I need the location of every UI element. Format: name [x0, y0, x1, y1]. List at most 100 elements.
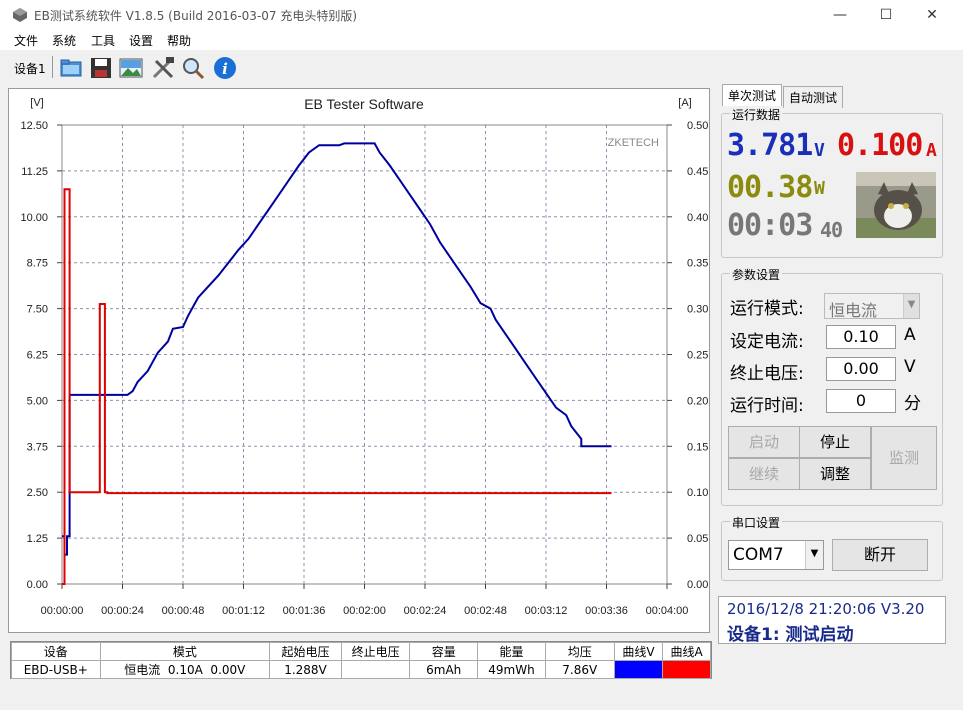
- y-left-tick-label: 8.75: [27, 258, 48, 270]
- table-row[interactable]: EBD-USB+ 恒电流 0.10A 0.00V 1.288V 6mAh 49m…: [11, 660, 711, 679]
- y-left-tick-label: 0.00: [27, 579, 48, 591]
- left-axis-ticks: 0.00 1.25 2.50 3.75 5.00 6.25 7.50 8.75 10.00 11.…: [20, 120, 62, 591]
- current-readout: 0.100: [837, 128, 923, 163]
- voltage-readout: 3.781: [727, 128, 813, 163]
- run-time-input[interactable]: 0: [826, 389, 896, 413]
- menu-tools[interactable]: 工具: [91, 32, 115, 49]
- maximize-button[interactable]: ☐: [863, 0, 909, 30]
- disconnect-button[interactable]: 断开: [832, 539, 928, 571]
- param-settings-label: 参数设置: [730, 266, 783, 283]
- menu-help[interactable]: 帮助: [167, 32, 191, 49]
- y-right-tick-label: 0.20: [687, 395, 708, 407]
- menu-file[interactable]: 文件: [14, 32, 38, 49]
- cell-capacity: 6mAh: [409, 660, 479, 679]
- time-seconds: 40: [820, 218, 843, 242]
- run-time-unit: 分: [904, 394, 921, 414]
- x-axis-ticks: 00:00:00 00:00:24 00:00:48 00:01:12 00:01:36…: [41, 584, 688, 617]
- set-current-input[interactable]: 0.10: [826, 325, 896, 349]
- run-data-group: 运行数据 3.781 V 0.100 A 00.38 W 00:03 40: [721, 106, 943, 258]
- com-port-select[interactable]: COM7 ▼: [728, 540, 824, 570]
- y-right-tick-label: 0.30: [687, 304, 708, 316]
- info-icon[interactable]: i: [212, 55, 238, 81]
- end-voltage-unit: V: [904, 357, 916, 377]
- status-panel: 2016/12/8 21:20:06 V3.20 设备1: 测试启动: [718, 596, 946, 645]
- chart-panel: EB Tester Software [V] [A] ZKETECH 0.00 1…: [8, 88, 710, 633]
- left-axis-unit: [V]: [30, 97, 43, 109]
- x-tick-label: 00:00:00: [41, 605, 84, 617]
- y-right-tick-label: 0.35: [687, 258, 708, 270]
- toolbar: 设备1 i: [0, 52, 963, 82]
- toolbar-separator: [52, 56, 53, 78]
- param-settings-group: 参数设置 运行模式: 恒电流 ▼ 设定电流: 0.10 A 终止电压: 0.00…: [721, 266, 943, 506]
- serial-settings-label: 串口设置: [730, 514, 783, 531]
- monitor-button[interactable]: 监测: [871, 426, 937, 490]
- title-bar: EB测试系统软件 V1.8.5 (Build 2016-03-07 充电头特别版…: [0, 0, 963, 30]
- end-voltage-label: 终止电压:: [730, 364, 804, 384]
- cell-start-voltage: 1.288V: [269, 660, 342, 679]
- minimize-button[interactable]: —: [817, 0, 863, 30]
- app-window: EB测试系统软件 V1.8.5 (Build 2016-03-07 充电头特别版…: [0, 0, 963, 710]
- menu-bar: 文件 系统 工具 设置 帮助: [0, 30, 963, 50]
- serial-settings-group: 串口设置 COM7 ▼ 断开: [721, 514, 943, 581]
- power-unit: W: [814, 178, 825, 199]
- menu-settings[interactable]: 设置: [129, 32, 153, 49]
- run-time-label: 运行时间:: [730, 396, 804, 416]
- tools-icon[interactable]: [150, 55, 176, 81]
- start-button[interactable]: 启动: [728, 426, 800, 458]
- cell-mode: 恒电流 0.10A 0.00V: [99, 660, 271, 679]
- com-port-value: COM7: [733, 545, 784, 565]
- y-right-tick-label: 0.25: [687, 350, 708, 362]
- curve-a-color-swatch[interactable]: [662, 660, 711, 679]
- y-left-tick-label: 11.25: [21, 166, 48, 178]
- save-icon[interactable]: [88, 55, 114, 81]
- x-tick-label: 00:01:36: [283, 605, 326, 617]
- x-tick-label: 00:03:36: [585, 605, 628, 617]
- continue-button[interactable]: 继续: [728, 458, 800, 490]
- end-voltage-input[interactable]: 0.00: [826, 357, 896, 381]
- x-tick-label: 00:02:00: [343, 605, 386, 617]
- y-left-tick-label: 10.00: [20, 212, 48, 224]
- cell-energy: 49mWh: [477, 660, 546, 679]
- voltage-current-chart: EB Tester Software [V] [A] ZKETECH 0.00 1…: [20, 96, 708, 617]
- menu-system[interactable]: 系统: [52, 32, 76, 49]
- mode-value: 恒电流: [829, 301, 878, 320]
- chart-watermark: ZKETECH: [608, 137, 659, 149]
- status-datetime: 2016/12/8 21:20:06 V3.20: [727, 600, 925, 618]
- curve-v-color-swatch[interactable]: [613, 660, 664, 679]
- header-curve-a: 曲线A: [662, 642, 711, 661]
- y-right-tick-label: 0.10: [687, 487, 708, 499]
- header-mode: 模式: [99, 642, 271, 661]
- cell-device: EBD-USB+: [11, 660, 101, 679]
- close-button[interactable]: ✕: [909, 0, 955, 30]
- adjust-button[interactable]: 调整: [799, 458, 871, 490]
- tab-single-test[interactable]: 单次测试: [722, 84, 783, 106]
- search-icon[interactable]: [180, 55, 206, 81]
- current-unit: A: [926, 140, 937, 161]
- chevron-down-icon: ▼: [903, 294, 919, 318]
- y-left-tick-label: 12.50: [20, 120, 48, 132]
- y-right-tick-label: 0.15: [687, 441, 708, 453]
- image-icon[interactable]: [118, 55, 144, 81]
- cell-end-voltage: [340, 660, 411, 679]
- stop-button[interactable]: 停止: [799, 426, 871, 458]
- mode-label: 运行模式:: [730, 299, 804, 319]
- open-folder-icon[interactable]: [58, 55, 84, 81]
- x-tick-label: 00:02:48: [464, 605, 507, 617]
- y-right-tick-label: 0.45: [687, 166, 708, 178]
- y-right-tick-label: 0.50: [687, 120, 708, 132]
- tab-auto-test[interactable]: 自动测试: [783, 86, 844, 108]
- time-readout: 00:03: [727, 208, 813, 243]
- chevron-down-icon: ▼: [805, 541, 823, 569]
- set-current-unit: A: [904, 325, 916, 345]
- cell-avg-voltage: 7.86V: [544, 660, 615, 679]
- right-axis-unit: [A]: [678, 97, 691, 109]
- right-axis-ticks: 0.00 0.05 0.10 0.15 0.20 0.25 0.30 0.35 0.40 0.45…: [667, 120, 708, 591]
- voltage-unit: V: [814, 140, 825, 161]
- x-tick-label: 00:02:24: [404, 605, 447, 617]
- svg-text:i: i: [222, 60, 228, 78]
- power-readout: 00.38: [727, 170, 813, 205]
- y-right-tick-label: 0.40: [687, 212, 708, 224]
- y-left-tick-label: 2.50: [27, 487, 48, 499]
- mode-select[interactable]: 恒电流 ▼: [824, 293, 920, 320]
- y-left-tick-label: 1.25: [27, 533, 48, 545]
